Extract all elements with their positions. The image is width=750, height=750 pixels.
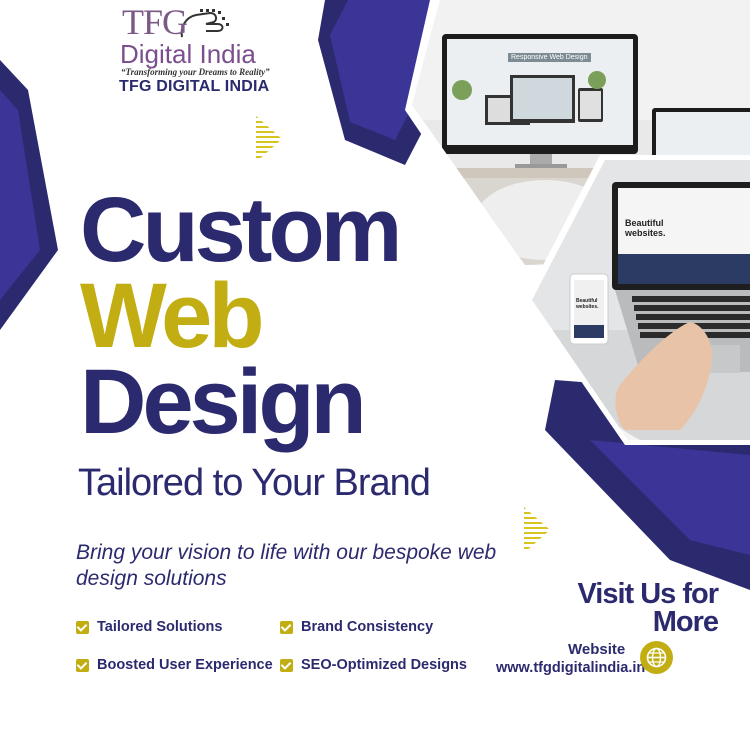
cta-line-2: More <box>652 606 719 638</box>
logo-mark-text: TFG <box>122 2 188 42</box>
globe-icon[interactable] <box>640 641 673 674</box>
cta-line-1: Visit Us for <box>577 578 719 610</box>
feature-label: Tailored Solutions <box>97 619 223 635</box>
checkmark-icon <box>76 620 89 634</box>
feature-item: Tailored Solutions <box>76 619 222 635</box>
subheadline: Tailored to Your Brand <box>78 462 431 504</box>
checkmark-icon <box>280 620 293 634</box>
headline-line-3: Design <box>80 351 367 453</box>
triangle-stripes-top <box>256 116 282 158</box>
triangle-stripes-bottom <box>524 507 550 549</box>
feature-label: Brand Consistency <box>301 619 434 635</box>
feature-label: SEO-Optimized Designs <box>301 657 467 673</box>
feature-item: Brand Consistency <box>280 619 433 635</box>
feature-item: Boosted User Experience <box>76 657 273 673</box>
phone-screen-title: Beautiful websites. <box>576 298 599 310</box>
logo-tagline: “Transforming your Dreams to Reality” <box>121 67 270 77</box>
checkmark-icon <box>76 658 89 672</box>
monitor-screen-title: Responsive Web Design <box>508 53 591 62</box>
feature-item: SEO-Optimized Designs <box>280 657 467 673</box>
brand-name: TFG DIGITAL INDIA <box>119 78 270 95</box>
cta-heading: Visit Us for More <box>577 578 719 638</box>
website-label: Website <box>568 641 626 658</box>
logo-name: Digital India <box>120 39 256 69</box>
laptop-screen-title: Beautiful websites. <box>625 218 666 238</box>
website-link[interactable]: www.tfgdigitalindia.in <box>496 660 645 676</box>
feature-label: Boosted User Experience <box>97 657 273 673</box>
tagline: Bring your vision to life with our bespo… <box>76 541 497 590</box>
poster: Responsive Web Design Beautiful websites… <box>0 0 750 750</box>
checkmark-icon <box>280 658 293 672</box>
